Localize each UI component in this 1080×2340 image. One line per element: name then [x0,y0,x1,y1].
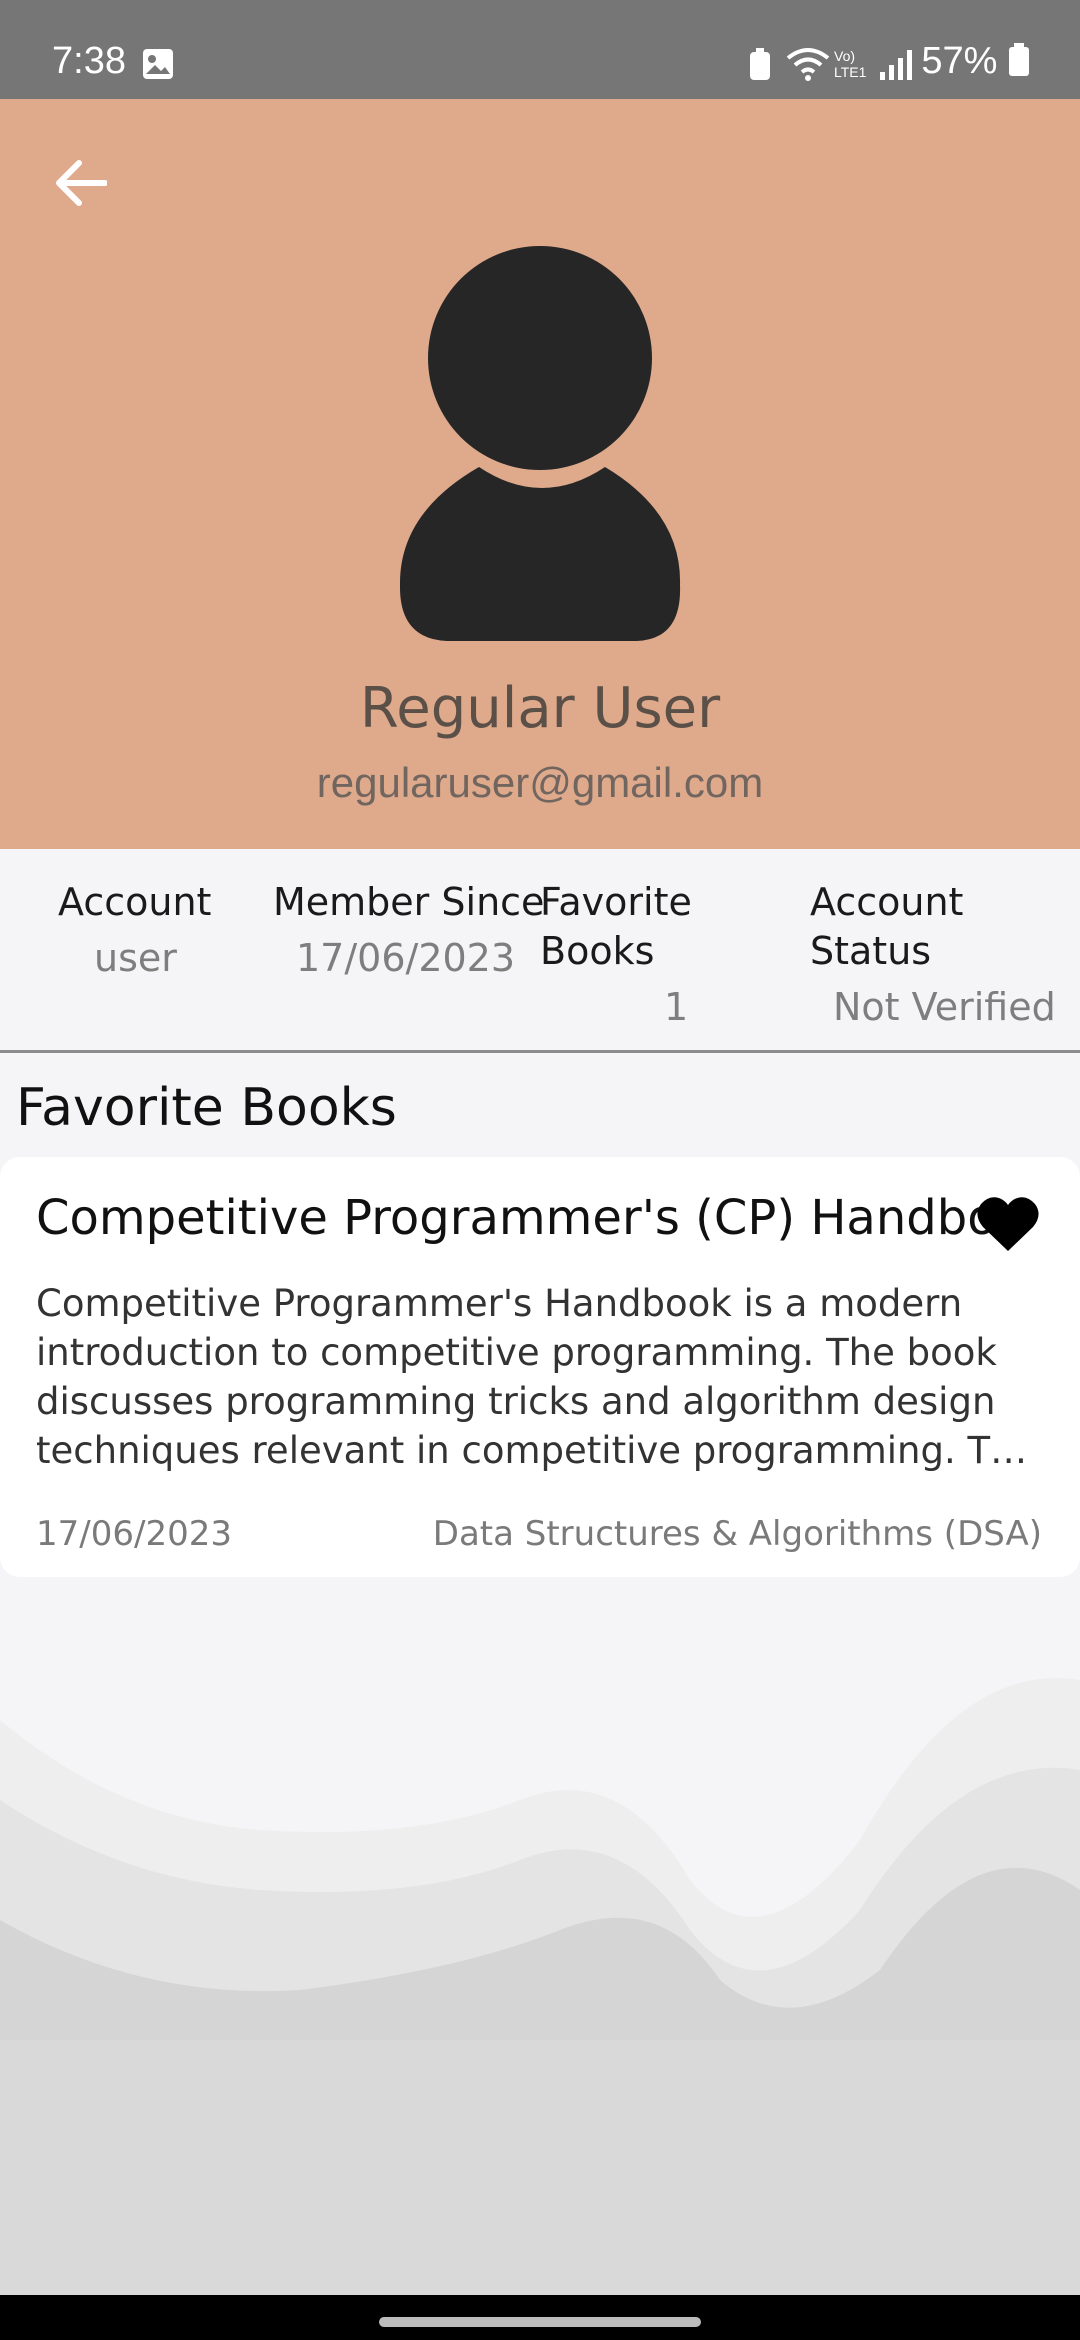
image-notification-icon [143,49,173,79]
status-bar: 7:38 Vo) LTE1 57% [0,0,1080,99]
wifi-icon [786,48,830,81]
status-time: 7:38 [52,40,126,82]
user-email: regularuser@gmail.com [316,759,764,806]
account-label: Account [58,880,212,924]
user-name: Regular User [359,676,721,741]
person-icon [399,246,681,641]
favorite-books-label-line2: Books [540,929,655,973]
home-handle[interactable] [379,2317,701,2327]
account-status-label-line1: Account [810,880,964,924]
battery-text: 57% [921,40,998,82]
arrow-left-icon [56,160,107,206]
book-description: Competitive Programmer's Handbook is a m… [36,1282,1028,1472]
book-category: Data Structures & Algorithms (DSA) [432,1514,1042,1554]
signal-icon [880,50,912,80]
favorite-books-label-line1: Favorite [540,880,692,924]
section-title: Favorite Books [16,1078,397,1138]
battery-percentage: 57% [921,40,1030,83]
account-status-value: Not Verified [833,985,1056,1029]
favorite-books-value: 1 [664,985,689,1029]
battery-icon [1009,43,1029,76]
back-button[interactable] [48,150,114,216]
member-since-label: Member Since [273,880,545,924]
account-status-label-line2: Status [810,929,932,973]
member-since-value: 17/06/2023 [296,936,516,980]
heart-icon[interactable] [977,1195,1039,1253]
decorative-waves [0,1678,1080,2295]
account-value: user [94,936,177,980]
book-title: Competitive Programmer's (CP) Handbook [36,1190,1016,1246]
network-type-label: Vo) LTE1 [834,48,867,80]
battery-saver-icon [750,48,770,80]
book-date: 17/06/2023 [36,1514,232,1554]
